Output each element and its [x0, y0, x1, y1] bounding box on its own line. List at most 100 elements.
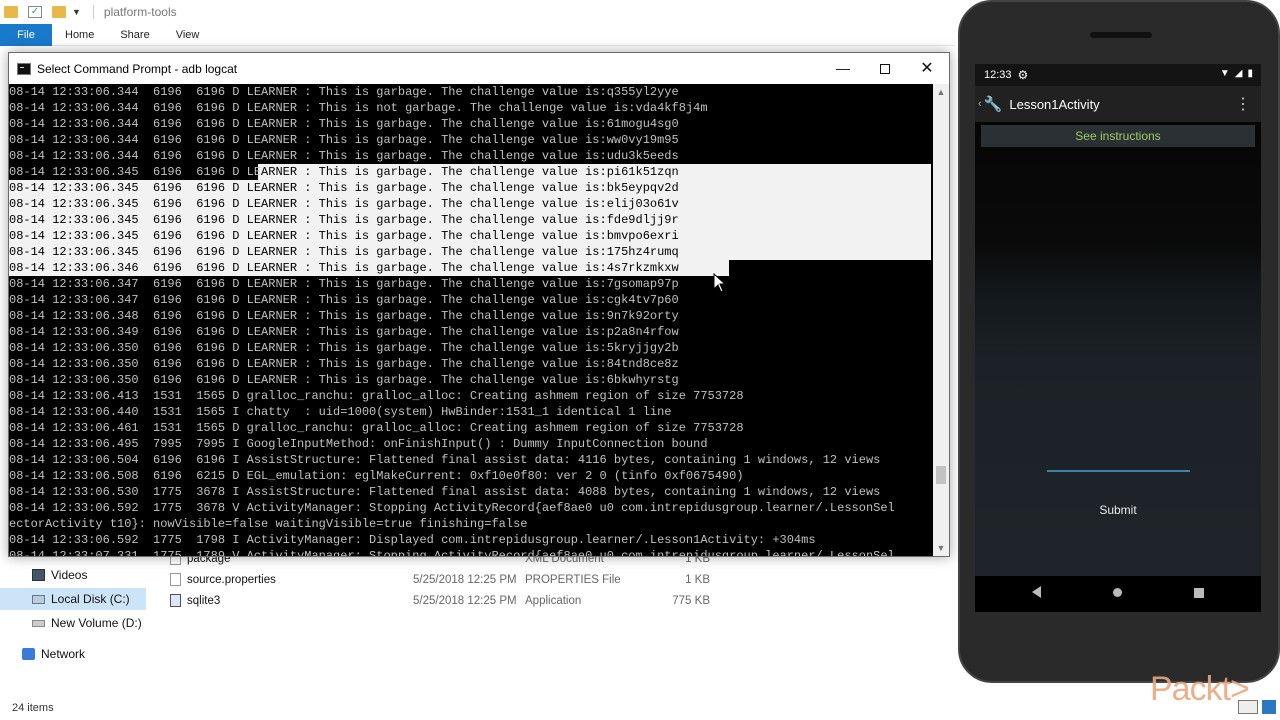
submit-button[interactable]: Submit	[1073, 498, 1163, 522]
maximize-button[interactable]	[863, 53, 907, 84]
nav-item-new-volume[interactable]: New Volume (D:)	[0, 612, 146, 634]
minimize-button[interactable]: —	[821, 53, 865, 84]
console-line-unselected-part: 08-14 12:33:06.345 6196 6196 D LE	[9, 165, 262, 179]
nav-item-label: Videos	[51, 568, 88, 582]
tray-app-icon	[1262, 700, 1276, 714]
explorer-ribbon: File Home Share View	[0, 23, 955, 46]
command-prompt-window: Select Command Prompt - adb logcat — ✕ 0…	[8, 52, 950, 557]
console-line: 08-14 12:33:06.345 6196 6196 D LEARNER :…	[9, 213, 679, 227]
console-line: 08-14 12:33:06.344 6196 6196 D LEARNER :…	[9, 101, 708, 115]
phone-earpiece	[1090, 32, 1152, 38]
cmd-window-title: Select Command Prompt - adb logcat	[37, 61, 238, 76]
console-line: 08-14 12:33:06.344 6196 6196 D LEARNER :…	[9, 133, 679, 147]
activity-title: Lesson1Activity	[1009, 96, 1100, 112]
console-line: 08-14 12:33:06.344 6196 6196 D LEARNER :…	[9, 149, 679, 163]
ribbon-tab-view[interactable]: View	[163, 24, 213, 46]
console-line: 08-14 12:33:06.347 6196 6196 D LEARNER :…	[9, 277, 679, 291]
console-line: 08-14 12:33:06.345 6196 6196 D LEARNER :…	[9, 181, 679, 195]
item-count-status: 24 items	[12, 702, 54, 714]
cmd-scrollbar[interactable]: ▲ ▼	[933, 84, 949, 556]
console-line: ectorActivity t10}: nowVisible=false wai…	[9, 517, 528, 531]
packt-watermark: Packt>	[1150, 670, 1250, 708]
recents-square-icon[interactable]	[1194, 588, 1204, 598]
file-name: source.properties	[187, 573, 276, 586]
scroll-down-arrow-icon[interactable]: ▼	[933, 540, 949, 556]
console-line: 08-14 12:33:06.350 6196 6196 D LEARNER :…	[9, 373, 679, 387]
nav-item-network[interactable]: Network	[0, 643, 146, 665]
battery-icon: ▮	[1247, 68, 1253, 79]
android-emulator: 12:33 ⚙ ▼ ◢ ▮ ‹ 🔧 Lesson1Activity ⋮ See …	[958, 0, 1280, 683]
console-line: 08-14 12:33:06.508 6196 6215 D EGL_emula…	[9, 469, 744, 483]
file-name: sqlite3	[187, 594, 221, 607]
see-instructions-button[interactable]: See instructions	[981, 125, 1255, 147]
home-circle-icon[interactable]	[1113, 588, 1122, 597]
signal-icon: ◢	[1234, 68, 1243, 79]
properties-check-icon[interactable]: ✓	[28, 6, 42, 18]
scrollbar-thumb[interactable]	[936, 466, 946, 484]
console-line: 08-14 12:33:06.348 6196 6196 D LEARNER :…	[9, 309, 679, 323]
mouse-cursor-icon	[713, 273, 727, 293]
console-line: 08-14 12:33:06.350 6196 6196 D LEARNER :…	[9, 341, 679, 355]
console-line: 08-14 12:33:06.592 1775 3678 V ActivityM…	[9, 501, 895, 515]
file-date: 5/25/2018 12:25 PM	[413, 573, 517, 586]
ribbon-tab-home[interactable]: Home	[52, 24, 107, 46]
ribbon-tab-share[interactable]: Share	[107, 24, 162, 46]
file-row[interactable]: source.properties 5/25/2018 12:25 PM PRO…	[160, 569, 720, 590]
up-chevron-icon[interactable]: ‹	[978, 98, 982, 110]
folder-icon[interactable]	[4, 6, 18, 18]
nav-item-label: Network	[41, 647, 86, 661]
file-type: Application	[525, 594, 582, 607]
console-output[interactable]: 08-14 12:33:06.344 6196 6196 D LEARNER :…	[9, 84, 931, 556]
console-line: 08-14 12:33:06.344 6196 6196 D LEARNER :…	[9, 117, 679, 131]
nav-item-local-disk[interactable]: Local Disk (C:)	[0, 588, 146, 610]
file-row[interactable]: sqlite3 5/25/2018 12:25 PM Application 7…	[160, 590, 720, 611]
ribbon-tab-file[interactable]: File	[0, 23, 52, 46]
videos-icon	[32, 569, 45, 581]
drive-icon	[32, 619, 45, 627]
challenge-input[interactable]	[1047, 442, 1190, 468]
console-line: 08-14 12:33:06.346 6196 6196 D LEARNER :…	[9, 261, 679, 275]
console-line: 08-14 12:33:06.345 6196 6196 D LEARNER :…	[9, 197, 679, 211]
maximize-icon	[880, 64, 890, 75]
network-icon	[22, 648, 35, 660]
console-line: 08-14 12:33:06.530 1775 3678 I AssistStr…	[9, 485, 881, 499]
console-line: 08-14 12:33:06.345 6196 6196 D LEARNER :…	[9, 229, 679, 243]
titlebar-separator	[92, 5, 94, 19]
explorer-titlebar: ✓ ▼ platform-tools	[0, 0, 955, 24]
file-size: 1 KB	[685, 573, 710, 586]
back-triangle-icon[interactable]	[1032, 586, 1041, 598]
console-line: 08-14 12:33:06.440 1531 1565 I chatty : …	[9, 405, 672, 419]
close-button[interactable]: ✕	[905, 53, 949, 84]
console-line: 08-14 12:33:06.592 1775 1798 I ActivityM…	[9, 533, 816, 547]
console-line: 08-14 12:33:06.345 6196 6196 D LEARNER :…	[9, 164, 679, 180]
navigation-pane: Videos Local Disk (C:) New Volume (D:) N…	[0, 560, 150, 690]
nav-item-label: New Volume (D:)	[51, 616, 142, 630]
screen-bottom-area	[975, 552, 1261, 576]
phone-screen: 12:33 ⚙ ▼ ◢ ▮ ‹ 🔧 Lesson1Activity ⋮ See …	[975, 64, 1261, 612]
overflow-menu-icon[interactable]: ⋮	[1235, 94, 1251, 114]
console-line: 08-14 12:33:06.349 6196 6196 D LEARNER :…	[9, 325, 679, 339]
cmd-titlebar[interactable]: Select Command Prompt - adb logcat — ✕	[9, 53, 949, 84]
input-underline	[1047, 470, 1190, 472]
tray-keyboard-icon	[1238, 700, 1258, 714]
console-line: 08-14 12:33:07.331 1775 1789 V ActivityM…	[9, 549, 895, 556]
wrench-icon: 🔧	[983, 96, 1003, 113]
console-line: 08-14 12:33:06.347 6196 6196 D LEARNER :…	[9, 293, 679, 307]
cmd-app-icon[interactable]	[17, 62, 31, 75]
status-time: 12:33	[984, 69, 1012, 81]
new-folder-icon[interactable]	[52, 6, 66, 18]
explorer-path-title: platform-tools	[103, 5, 177, 19]
console-line: 08-14 12:33:06.504 6196 6196 I AssistStr…	[9, 453, 881, 467]
scroll-up-arrow-icon[interactable]: ▲	[933, 84, 949, 100]
file-icon	[170, 573, 181, 586]
console-line: 08-14 12:33:06.461 1531 1565 D gralloc_r…	[9, 421, 744, 435]
quick-access-dropdown-icon[interactable]: ▼	[72, 7, 81, 17]
activity-content: See instructions Submit	[975, 122, 1261, 552]
file-date: 5/25/2018 12:25 PM	[413, 594, 517, 607]
nav-item-videos[interactable]: Videos	[0, 564, 146, 586]
drive-icon	[32, 594, 45, 604]
app-action-bar: ‹ 🔧 Lesson1Activity ⋮	[975, 86, 1261, 122]
console-line: 08-14 12:33:06.344 6196 6196 D LEARNER :…	[9, 85, 679, 99]
file-list: package XML Document 1 KB source.propert…	[160, 548, 720, 618]
file-type: PROPERTIES File	[525, 573, 621, 586]
